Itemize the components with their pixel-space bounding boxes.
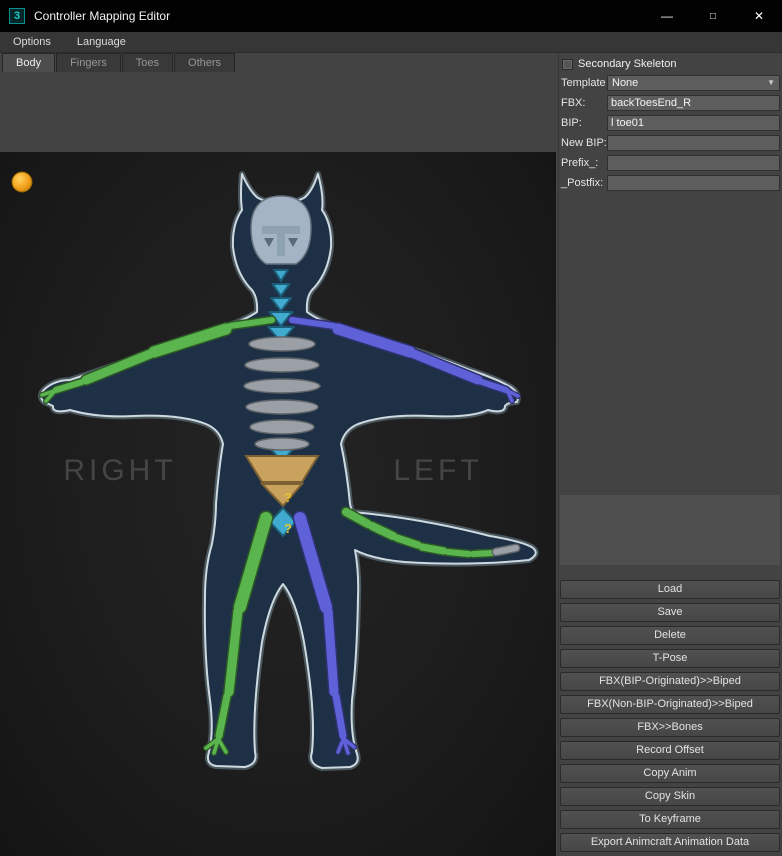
menu-bar: Options Language: [0, 32, 782, 53]
delete-button[interactable]: Delete: [560, 626, 780, 645]
template-dropdown[interactable]: None ▼: [607, 75, 780, 91]
mapping-panel: Secondary Skeleton Template None ▼ FBX: …: [558, 53, 782, 856]
head-bone[interactable]: [250, 195, 312, 265]
window-title: Controller Mapping Editor: [34, 9, 171, 23]
tab-fingers[interactable]: Fingers: [56, 53, 121, 72]
template-value: None: [612, 77, 639, 89]
menu-options[interactable]: Options: [0, 32, 64, 52]
prefix-label: Prefix_:: [561, 157, 599, 169]
bip-label: BIP:: [561, 117, 582, 129]
app-icon: 3: [9, 8, 25, 24]
tab-bar: Body Fingers Toes Others: [2, 53, 236, 72]
close-button[interactable]: ✕: [736, 0, 782, 32]
fbx-bip-to-biped-button[interactable]: FBX(BIP-Originated)>>Biped: [560, 672, 780, 691]
prefix-row: Prefix_:: [561, 154, 780, 172]
fbx-to-bones-button[interactable]: FBX>>Bones: [560, 718, 780, 737]
record-offset-button[interactable]: Record Offset: [560, 741, 780, 760]
close-icon: ✕: [753, 9, 765, 23]
minimize-icon: —: [661, 9, 673, 23]
title-bar: 3 Controller Mapping Editor — □ ✕: [0, 0, 782, 32]
bip-input[interactable]: [607, 115, 780, 131]
to-keyframe-button[interactable]: To Keyframe: [560, 810, 780, 829]
right-side-marker: RIGHT: [63, 454, 176, 487]
tab-others[interactable]: Others: [174, 53, 236, 72]
bip-row: BIP:: [561, 114, 780, 132]
copy-skin-button[interactable]: Copy Skin: [560, 787, 780, 806]
prefix-input[interactable]: [607, 155, 780, 171]
postfix-label: _Postfix:: [561, 177, 604, 189]
secondary-skeleton-row: Secondary Skeleton: [562, 56, 676, 72]
fbx-input[interactable]: [607, 95, 780, 111]
left-side-marker: LEFT: [393, 454, 482, 487]
postfix-input[interactable]: [607, 175, 780, 191]
tab-body[interactable]: Body: [2, 53, 56, 72]
export-animcraft-button[interactable]: Export Animcraft Animation Data: [560, 833, 780, 852]
fbx-row: FBX:: [561, 94, 780, 112]
template-row: Template None ▼: [561, 74, 780, 92]
action-button-stack: Load Save Delete T-Pose FBX(BIP-Originat…: [560, 580, 780, 856]
svg-text:?: ?: [284, 521, 292, 536]
fbx-label: FBX:: [561, 97, 586, 109]
minimize-button[interactable]: —: [644, 0, 690, 32]
mapping-list-area: [560, 495, 780, 565]
maximize-icon: □: [709, 10, 717, 22]
postfix-row: _Postfix:: [561, 174, 780, 192]
template-label: Template: [561, 77, 606, 89]
new-bip-input[interactable]: [607, 135, 780, 151]
secondary-skeleton-label: Secondary Skeleton: [578, 58, 677, 70]
viewport-status-dot: [11, 171, 33, 193]
secondary-skeleton-checkbox[interactable]: [562, 58, 573, 70]
fbx-nonbip-to-biped-button[interactable]: FBX(Non-BIP-Originated)>>Biped: [560, 695, 780, 714]
character-viewport[interactable]: RIGHT LEFT ? ?: [0, 152, 556, 856]
new-bip-row: New BIP:: [561, 134, 780, 152]
load-button[interactable]: Load: [560, 580, 780, 599]
viewport-area: Body Fingers Toes Others RIGHT LEFT ? ?: [0, 53, 558, 856]
save-button[interactable]: Save: [560, 603, 780, 622]
tab-toes[interactable]: Toes: [121, 53, 174, 72]
new-bip-label: New BIP:: [561, 137, 607, 149]
window-controls: — □ ✕: [644, 0, 782, 32]
copy-anim-button[interactable]: Copy Anim: [560, 764, 780, 783]
menu-language[interactable]: Language: [64, 32, 139, 52]
tpose-button[interactable]: T-Pose: [560, 649, 780, 668]
svg-text:?: ?: [284, 490, 292, 505]
chevron-down-icon: ▼: [767, 78, 775, 87]
maximize-button[interactable]: □: [690, 0, 736, 32]
